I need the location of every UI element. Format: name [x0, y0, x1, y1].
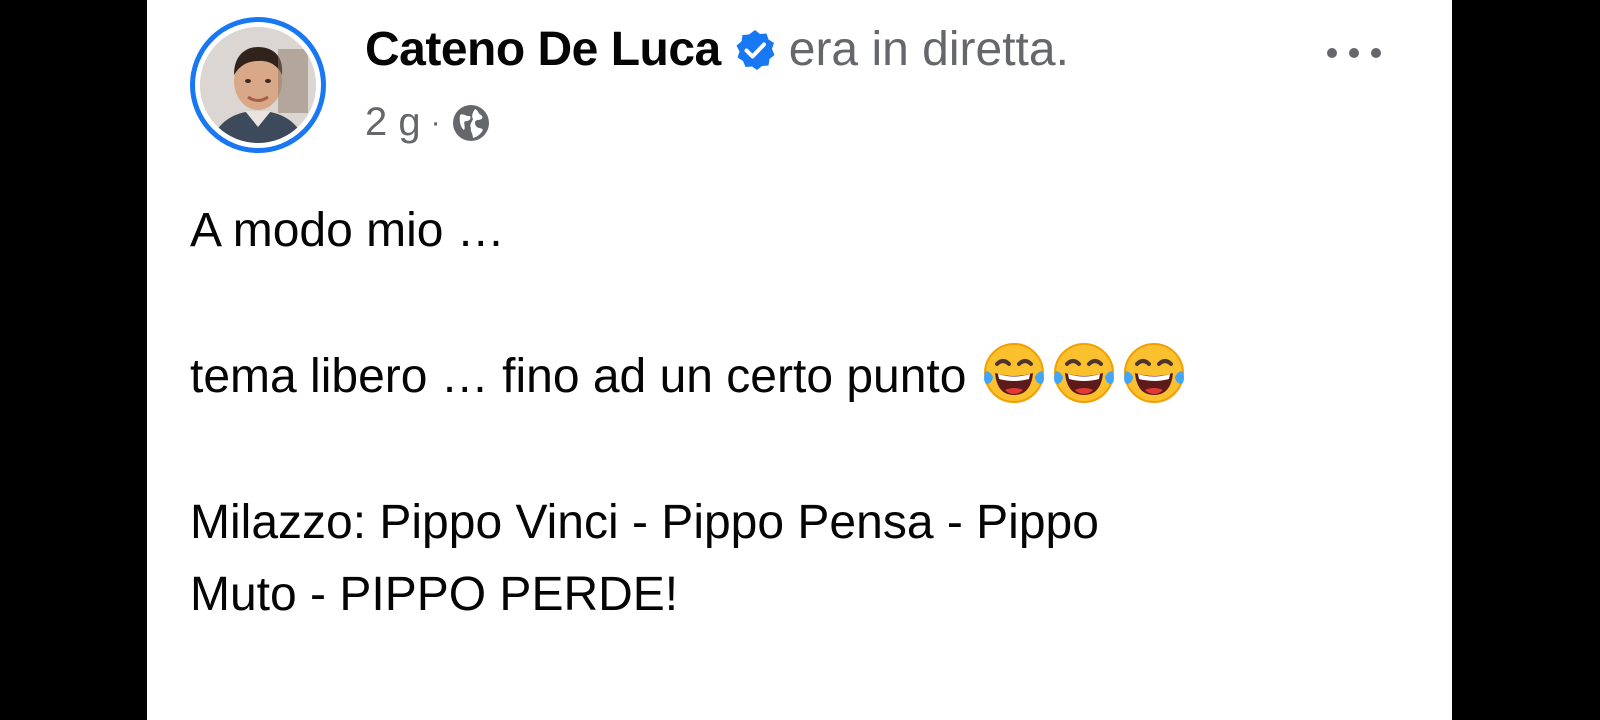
live-story-ring[interactable]: [190, 17, 326, 153]
emoji-group: [980, 339, 1190, 407]
face-with-tears-of-joy-icon: [1054, 343, 1115, 404]
more-options-button[interactable]: [1322, 36, 1386, 70]
post-text: A modo mio … tema libero … fino ad un ce…: [190, 195, 1320, 631]
post-meta: 2 g ·: [365, 100, 491, 145]
avatar[interactable]: [200, 27, 316, 143]
meta-separator: ·: [430, 105, 441, 139]
post-line: Muto - PIPPO PERDE!: [190, 568, 679, 622]
post-line: tema libero … fino ad un certo punto: [190, 341, 1320, 413]
post-line-text: tema libero … fino ad un certo punto: [190, 350, 967, 403]
more-options-icon: [1327, 48, 1381, 58]
post-line: Milazzo: Pippo Vinci - Pippo Pensa - Pip…: [190, 496, 1099, 550]
verified-badge-icon: [733, 28, 777, 72]
face-with-tears-of-joy-icon: [1124, 343, 1185, 404]
post-card: Cateno De Luca era in diretta. 2 g · A m…: [147, 0, 1452, 720]
face-with-tears-of-joy-icon: [984, 343, 1045, 404]
post-timestamp[interactable]: 2 g: [365, 100, 421, 145]
post-header: Cateno De Luca era in diretta.: [365, 22, 1069, 77]
avatar-image: [200, 27, 316, 143]
globe-icon: [451, 103, 491, 143]
author-name[interactable]: Cateno De Luca: [365, 22, 721, 77]
live-status-text: era in diretta.: [788, 23, 1069, 76]
post-line: A modo mio …: [190, 204, 505, 257]
